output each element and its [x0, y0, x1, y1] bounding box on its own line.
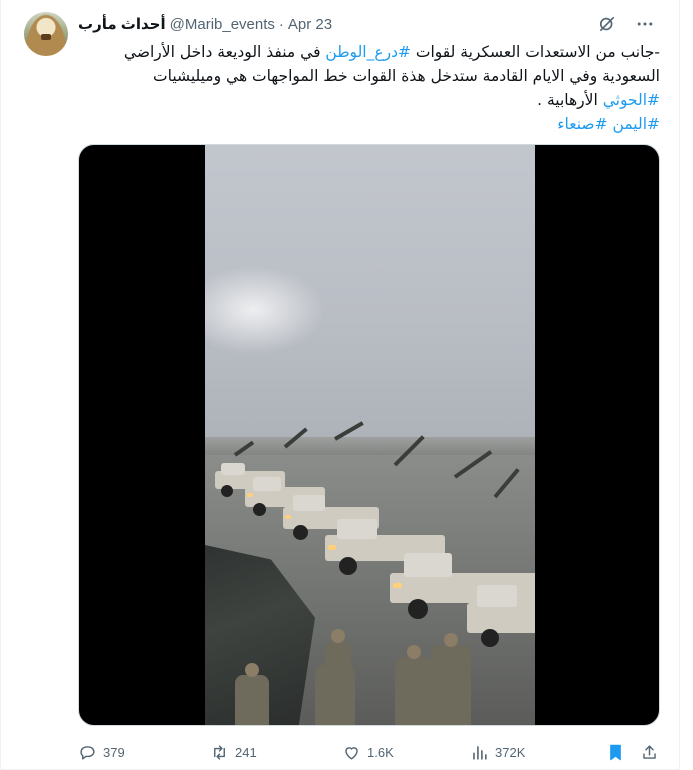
repost-button[interactable]: 241 — [210, 743, 257, 762]
tweet-card: أحداث مأرب @Marib_events · Apr 23 -جانب … — [0, 0, 680, 770]
text-segment: الأرهابية . — [537, 91, 603, 109]
share-button[interactable] — [640, 743, 659, 762]
author-handle[interactable]: @Marib_events — [170, 16, 275, 33]
views-count: 372K — [495, 744, 526, 760]
reply-icon — [80, 745, 95, 760]
hashtag-link[interactable]: #الحوثي — [603, 91, 660, 109]
sky-glow — [205, 265, 325, 355]
tweet-line-4: #اليمن #صنعاء — [78, 112, 660, 136]
military-truck — [467, 585, 535, 647]
soldier — [325, 629, 351, 671]
text-segment: في منفذ الوديعة داخل الأراضي — [123, 43, 326, 61]
repost-icon — [214, 744, 225, 760]
text-segment: -جانب من الاستعدات العسكرية لقوات — [410, 43, 660, 61]
hashtag-link[interactable]: #اليمن — [613, 115, 660, 133]
tweet-line-3: #الحوثي الأرهابية . — [78, 88, 660, 112]
bookmark-button[interactable] — [606, 743, 625, 762]
tweet-line-2: السعودية وفي الايام القادمة ستدخل هذة ال… — [153, 67, 660, 85]
like-count: 1.6K — [367, 744, 394, 760]
tweet-header: أحداث مأرب @Marib_events · Apr 23 — [78, 14, 332, 34]
avatar[interactable] — [24, 12, 68, 56]
tweet-actions: 379 241 1.6K 372K — [78, 740, 660, 764]
hashtag-link[interactable]: #صنعاء — [557, 115, 607, 133]
tweet-top-icons — [597, 14, 655, 34]
soldier — [395, 645, 433, 725]
reply-count: 379 — [103, 744, 125, 760]
author-name[interactable]: أحداث مأرب — [78, 15, 166, 33]
tweet-line-1: -جانب من الاستعدات العسكرية لقوات #درع_ا… — [78, 40, 660, 64]
share-icon — [643, 744, 656, 759]
grok-icon[interactable] — [597, 14, 617, 34]
video-frame — [205, 145, 535, 725]
soldier — [235, 663, 269, 725]
post-date[interactable]: Apr 23 — [288, 16, 332, 33]
hashtag-link[interactable]: #درع_الوطن — [325, 43, 411, 61]
soldier — [431, 633, 471, 725]
video-player[interactable] — [78, 144, 660, 726]
separator-dot: · — [278, 15, 284, 33]
reply-button[interactable]: 379 — [78, 743, 125, 762]
bookmark-icon — [610, 744, 621, 760]
more-dots-icon[interactable] — [635, 14, 655, 34]
heart-icon — [345, 746, 358, 760]
views-button[interactable]: 372K — [470, 743, 525, 762]
tweet-text: -جانب من الاستعدات العسكرية لقوات #درع_ا… — [78, 40, 660, 136]
repost-count: 241 — [235, 744, 257, 760]
like-button[interactable]: 1.6K — [342, 743, 394, 762]
soldier — [315, 653, 355, 725]
views-chart-icon — [473, 745, 487, 760]
